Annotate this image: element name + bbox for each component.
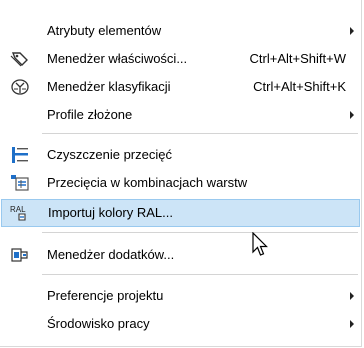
menu-item-property-manager[interactable]: Menedżer właściwości... Ctrl+Alt+Shift+W bbox=[1, 45, 360, 73]
add-on-manager-icon bbox=[10, 246, 30, 264]
mouse-pointer-icon bbox=[252, 232, 268, 256]
layer-intersections-icon bbox=[10, 174, 30, 192]
menu-item-shortcut: Ctrl+Alt+Shift+K bbox=[253, 79, 346, 94]
menu-item-label: Menedżer właściwości... bbox=[47, 51, 188, 66]
menu-item-label: Menedżer dodatków... bbox=[47, 247, 175, 262]
menu-separator bbox=[42, 232, 358, 233]
submenu-arrow-icon bbox=[350, 111, 354, 119]
menu-item-layer-intersections[interactable]: Przecięcia w kombinacjach warstw bbox=[1, 169, 360, 197]
menu-item-label: Profile złożone bbox=[47, 107, 133, 122]
menu-separator bbox=[42, 133, 358, 134]
menu-item-add-on-manager[interactable]: Menedżer dodatków... bbox=[1, 241, 360, 269]
menu-separator bbox=[42, 274, 358, 275]
svg-text:RAL: RAL bbox=[10, 205, 26, 214]
menu-item-project-preferences[interactable]: Preferencje projektu bbox=[1, 282, 360, 310]
submenu-arrow-icon bbox=[350, 320, 354, 328]
property-manager-icon bbox=[10, 50, 30, 68]
classification-manager-icon bbox=[10, 78, 30, 96]
menu-item-work-environment[interactable]: Środowisko pracy bbox=[1, 310, 360, 338]
menu-item-label: Menedżer klasyfikacji bbox=[47, 79, 171, 94]
menu-item-label: Preferencje projektu bbox=[47, 288, 164, 303]
menu-item-label: Atrybuty elementów bbox=[47, 23, 162, 38]
menu-item-element-attributes[interactable]: Atrybuty elementów bbox=[1, 17, 360, 45]
context-menu: Atrybuty elementów Menedżer właściwości.… bbox=[0, 0, 362, 347]
menu-item-import-ral-colors[interactable]: RAL Importuj kolory RAL... bbox=[1, 199, 360, 227]
menu-item-classification-manager[interactable]: Menedżer klasyfikacji Ctrl+Alt+Shift+K bbox=[1, 73, 360, 101]
submenu-arrow-icon bbox=[350, 27, 354, 35]
submenu-arrow-icon bbox=[350, 292, 354, 300]
menu-item-complex-profiles[interactable]: Profile złożone bbox=[1, 101, 360, 129]
menu-item-label: Przecięcia w kombinacjach warstw bbox=[47, 175, 248, 190]
menu-item-shortcut: Ctrl+Alt+Shift+W bbox=[249, 51, 346, 66]
ral-colors-icon: RAL bbox=[10, 204, 30, 222]
clean-intersections-icon bbox=[10, 146, 30, 164]
menu-item-label: Czyszczenie przecięć bbox=[47, 147, 172, 162]
menu-item-label: Importuj kolory RAL... bbox=[48, 205, 173, 220]
menu-item-label: Środowisko pracy bbox=[47, 316, 150, 331]
menu-item-clean-intersections[interactable]: Czyszczenie przecięć bbox=[1, 141, 360, 169]
